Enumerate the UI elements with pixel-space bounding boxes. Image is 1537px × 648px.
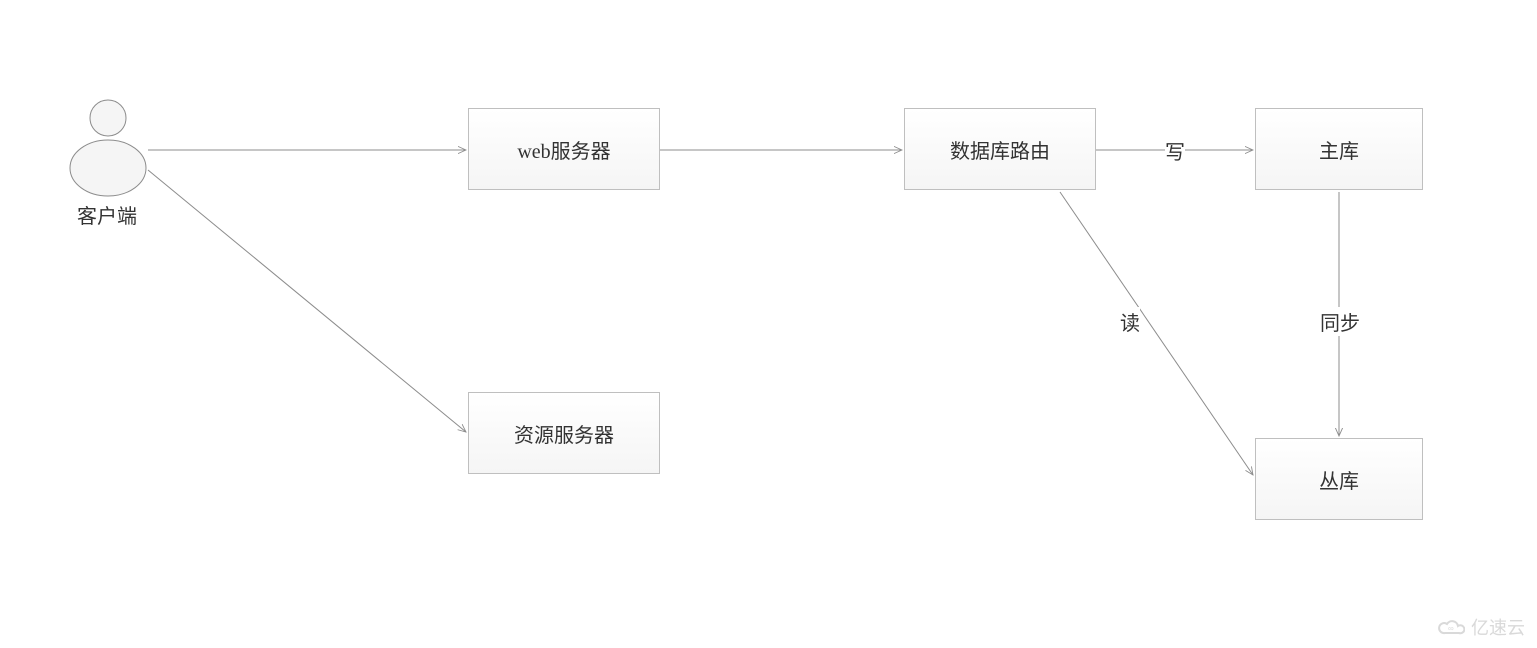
node-web-server-label: web服务器: [517, 135, 610, 164]
cloud-icon: ∞: [1437, 617, 1465, 637]
edge-label-read: 读: [1120, 307, 1140, 336]
client-label: 客户端: [77, 200, 137, 229]
node-web-server: web服务器: [468, 108, 660, 190]
node-db-router-label: 数据库路由: [950, 135, 1050, 164]
node-slave-db-label: 丛库: [1319, 465, 1359, 494]
node-master-db: 主库: [1255, 108, 1423, 190]
diagram-edges-and-actor: [0, 0, 1537, 648]
node-resource-server: 资源服务器: [468, 392, 660, 474]
svg-text:∞: ∞: [1448, 624, 1454, 633]
node-resource-server-label: 资源服务器: [514, 419, 614, 448]
watermark-text: 亿速云: [1471, 614, 1525, 640]
edge-label-sync: 同步: [1320, 307, 1360, 336]
edge-label-write: 写: [1165, 136, 1185, 165]
client-actor-icon: [70, 100, 146, 196]
node-db-router: 数据库路由: [904, 108, 1096, 190]
node-slave-db: 丛库: [1255, 438, 1423, 520]
watermark: ∞ 亿速云: [1437, 614, 1525, 640]
node-master-db-label: 主库: [1319, 135, 1359, 164]
